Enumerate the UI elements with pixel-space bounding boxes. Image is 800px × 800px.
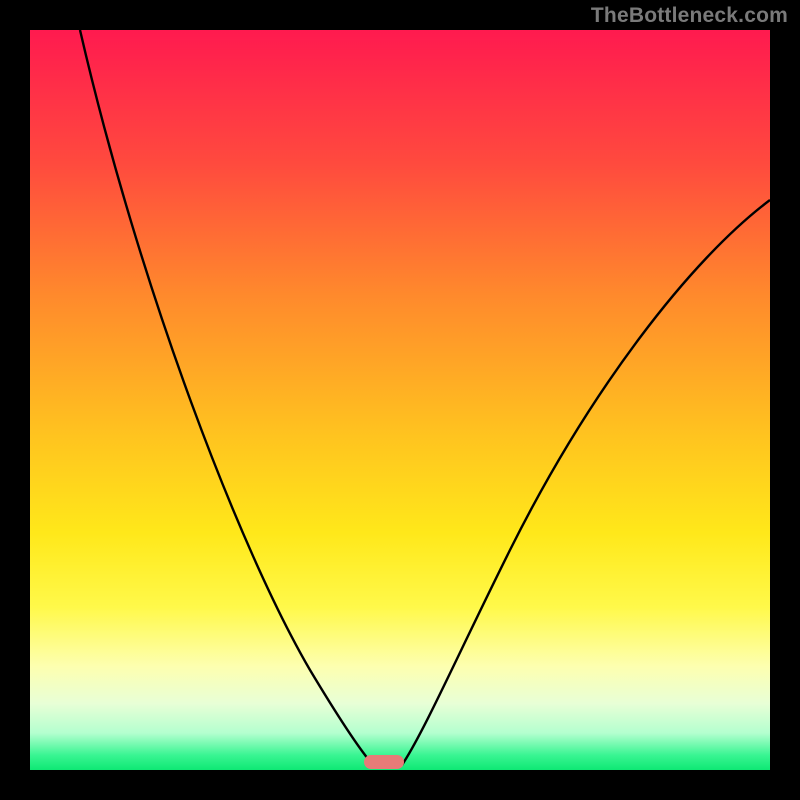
watermark-text: TheBottleneck.com	[591, 4, 788, 28]
bottleneck-curve	[30, 30, 770, 770]
curve-left	[80, 30, 373, 765]
gradient-plot-area	[30, 30, 770, 770]
chart-frame: TheBottleneck.com	[0, 0, 800, 800]
curve-right	[402, 200, 770, 765]
optimum-marker	[364, 755, 404, 769]
